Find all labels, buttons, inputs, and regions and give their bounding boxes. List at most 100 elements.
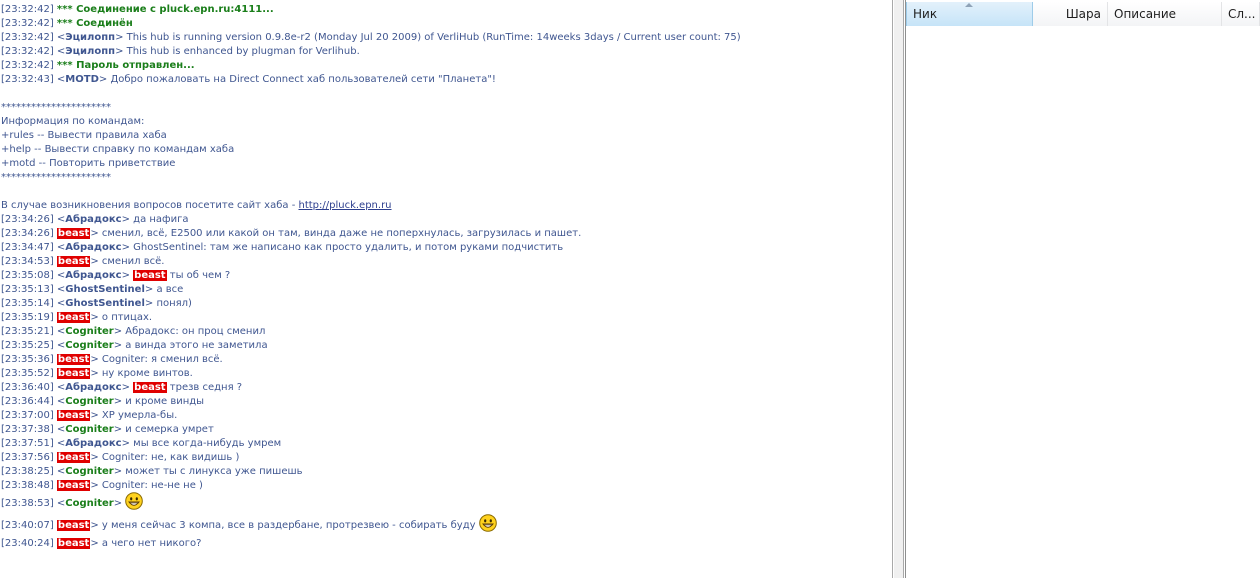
- timestamp: [23:36:40]: [1, 382, 54, 393]
- message-text: понял): [156, 298, 192, 309]
- nick-label[interactable]: beast: [56, 228, 91, 239]
- timestamp: [23:35:19]: [1, 312, 54, 323]
- timestamp: [23:37:56]: [1, 452, 54, 463]
- nick-label[interactable]: Cogniter: [65, 424, 113, 435]
- chat-line: [23:34:26] beast> сменил, всё, E2500 или…: [1, 228, 582, 239]
- message-text: сменил всё.: [101, 256, 165, 267]
- nick-label[interactable]: Абрадокс: [65, 438, 121, 449]
- nick-label[interactable]: Абрадокс: [65, 242, 121, 253]
- nick-label[interactable]: Cogniter: [65, 466, 113, 477]
- user-list[interactable]: Ник Шара Описание Сл...: [905, 0, 1260, 578]
- message-text: Добро пожаловать на Direct Connect хаб п…: [110, 74, 496, 85]
- column-header-slots[interactable]: Сл...: [1222, 2, 1260, 26]
- grin-smiley-icon: [125, 492, 144, 510]
- nick-label[interactable]: Абрадокс: [65, 214, 121, 225]
- message-text: ну кроме винтов.: [101, 368, 193, 379]
- nick-label[interactable]: beast: [56, 520, 91, 531]
- chat-line: **********************: [0, 101, 892, 115]
- message-text: **********************: [1, 172, 111, 183]
- message-text: и кроме винды: [125, 396, 205, 407]
- column-header-label: Описание: [1114, 7, 1177, 21]
- nick-label[interactable]: Абрадокс: [65, 382, 121, 393]
- message-text: Абрадокс: он проц сменил: [125, 326, 266, 337]
- message-text: This hub is enhanced by plugman for Verl…: [126, 46, 360, 57]
- nick-label[interactable]: Эцилопп: [65, 46, 115, 57]
- system-message: *** Пароль отправлен...: [56, 60, 195, 71]
- column-header-label: Шара: [1065, 7, 1101, 21]
- message-text: XP умерла-бы.: [101, 410, 178, 421]
- nick-label[interactable]: Cogniter: [65, 396, 113, 407]
- message-text: +motd -- Повторить приветствие: [1, 158, 176, 169]
- timestamp: [23:40:07]: [1, 520, 54, 531]
- chat-line: [23:32:43] <MOTD> Добро пожаловать на Di…: [1, 74, 496, 85]
- timestamp: [23:35:52]: [1, 368, 54, 379]
- column-header-nick[interactable]: Ник: [906, 2, 1033, 26]
- nick-label[interactable]: Cogniter: [65, 326, 113, 337]
- chat-line: [23:34:26] <Абрадокс> да нафига: [1, 214, 189, 225]
- chat-line: [23:35:25] <Cogniter> а винда этого не з…: [1, 340, 268, 351]
- nick-label[interactable]: beast: [56, 312, 91, 323]
- sort-ascending-icon: [965, 3, 973, 7]
- chat-line: [23:38:48] beast> Cogniter: не-не не ): [1, 480, 203, 491]
- chat-line: [23:37:56] beast> Cogniter: не, как види…: [1, 452, 240, 463]
- nick-label[interactable]: beast: [56, 452, 91, 463]
- chat-line: +motd -- Повторить приветствие: [0, 157, 892, 171]
- message-text: у меня сейчас 3 компа, все в раздербане,…: [101, 520, 476, 531]
- nick-label[interactable]: Cogniter: [65, 498, 113, 509]
- message-text: а чего нет никого?: [101, 538, 202, 549]
- timestamp: [23:38:53]: [1, 498, 54, 509]
- chat-line: +help -- Вывести справку по командам хаб…: [0, 143, 892, 157]
- column-header-description[interactable]: Описание: [1108, 2, 1222, 26]
- chat-line: [23:35:19] beast> о птицах.: [1, 312, 153, 323]
- timestamp: [23:32:42]: [1, 4, 54, 15]
- nick-label[interactable]: beast: [56, 354, 91, 365]
- column-header-label: Ник: [913, 7, 938, 21]
- message-text: может ты с линукса уже пишешь: [125, 466, 303, 477]
- timestamp: [23:40:24]: [1, 538, 54, 549]
- chat-line: [23:32:42] <Эцилопп> This hub is enhance…: [1, 46, 360, 57]
- timestamp: [23:35:08]: [1, 270, 54, 281]
- nick-label[interactable]: beast: [56, 256, 91, 267]
- chat-line: [23:34:47] <Абрадокс> GhostSentinel: там…: [1, 242, 564, 253]
- message-text: GhostSentinel: там же написано как прост…: [133, 242, 564, 253]
- system-message: *** Соединён: [56, 18, 133, 29]
- chat-line: [23:35:52] beast> ну кроме винтов.: [1, 368, 193, 379]
- pane-splitter[interactable]: [894, 0, 904, 578]
- nick-mention: beast: [133, 270, 167, 281]
- message-text: В случае возникновения вопросов посетите…: [1, 200, 299, 211]
- nick-label[interactable]: beast: [56, 368, 91, 379]
- timestamp: [23:35:25]: [1, 340, 54, 351]
- chat-line: +rules -- Вывести правила хаба: [0, 129, 892, 143]
- grin-smiley-icon: [478, 514, 497, 532]
- nick-label[interactable]: Cogniter: [65, 340, 113, 351]
- timestamp: [23:32:42]: [1, 18, 54, 29]
- chat-log[interactable]: [23:32:42] *** Соединение с pluck.epn.ru…: [0, 0, 893, 578]
- timestamp: [23:36:44]: [1, 396, 54, 407]
- nick-label[interactable]: beast: [56, 538, 91, 549]
- chat-line: [23:38:25] <Cogniter> может ты с линукса…: [1, 466, 303, 477]
- nick-label[interactable]: Абрадокс: [65, 270, 121, 281]
- chat-line: [0, 185, 892, 199]
- message-text: ты об чем ?: [169, 270, 231, 281]
- nick-label[interactable]: beast: [56, 480, 91, 491]
- hub-site-link[interactable]: http://pluck.epn.ru: [298, 200, 391, 211]
- message-text: и семерка умрет: [125, 424, 214, 435]
- chat-line: В случае возникновения вопросов посетите…: [0, 199, 892, 213]
- nick-label[interactable]: beast: [56, 410, 91, 421]
- chat-line: [23:40:24] beast> а чего нет никого?: [1, 538, 202, 549]
- system-message: *** Соединение с pluck.epn.ru:4111...: [56, 4, 274, 15]
- nick-label[interactable]: GhostSentinel: [65, 298, 145, 309]
- message-text: а винда этого не заметила: [125, 340, 268, 351]
- nick-label[interactable]: GhostSentinel: [65, 284, 145, 295]
- timestamp: [23:38:25]: [1, 466, 54, 477]
- chat-line: [23:35:08] <Абрадокс> beast ты об чем ?: [1, 270, 231, 281]
- chat-line: [23:35:13] <GhostSentinel> а все: [1, 284, 184, 295]
- message-text: Cogniter: не-не не ): [101, 480, 203, 491]
- column-header-share[interactable]: Шара: [1033, 2, 1108, 26]
- nick-label[interactable]: Эцилопп: [65, 32, 115, 43]
- column-header-label: Сл...: [1228, 7, 1256, 21]
- chat-line: [23:32:42] *** Соединён: [0, 17, 892, 31]
- message-text: This hub is running version 0.9.8e-r2 (M…: [126, 32, 741, 43]
- nick-label[interactable]: MOTD: [65, 74, 99, 85]
- message-text: да нафига: [133, 214, 189, 225]
